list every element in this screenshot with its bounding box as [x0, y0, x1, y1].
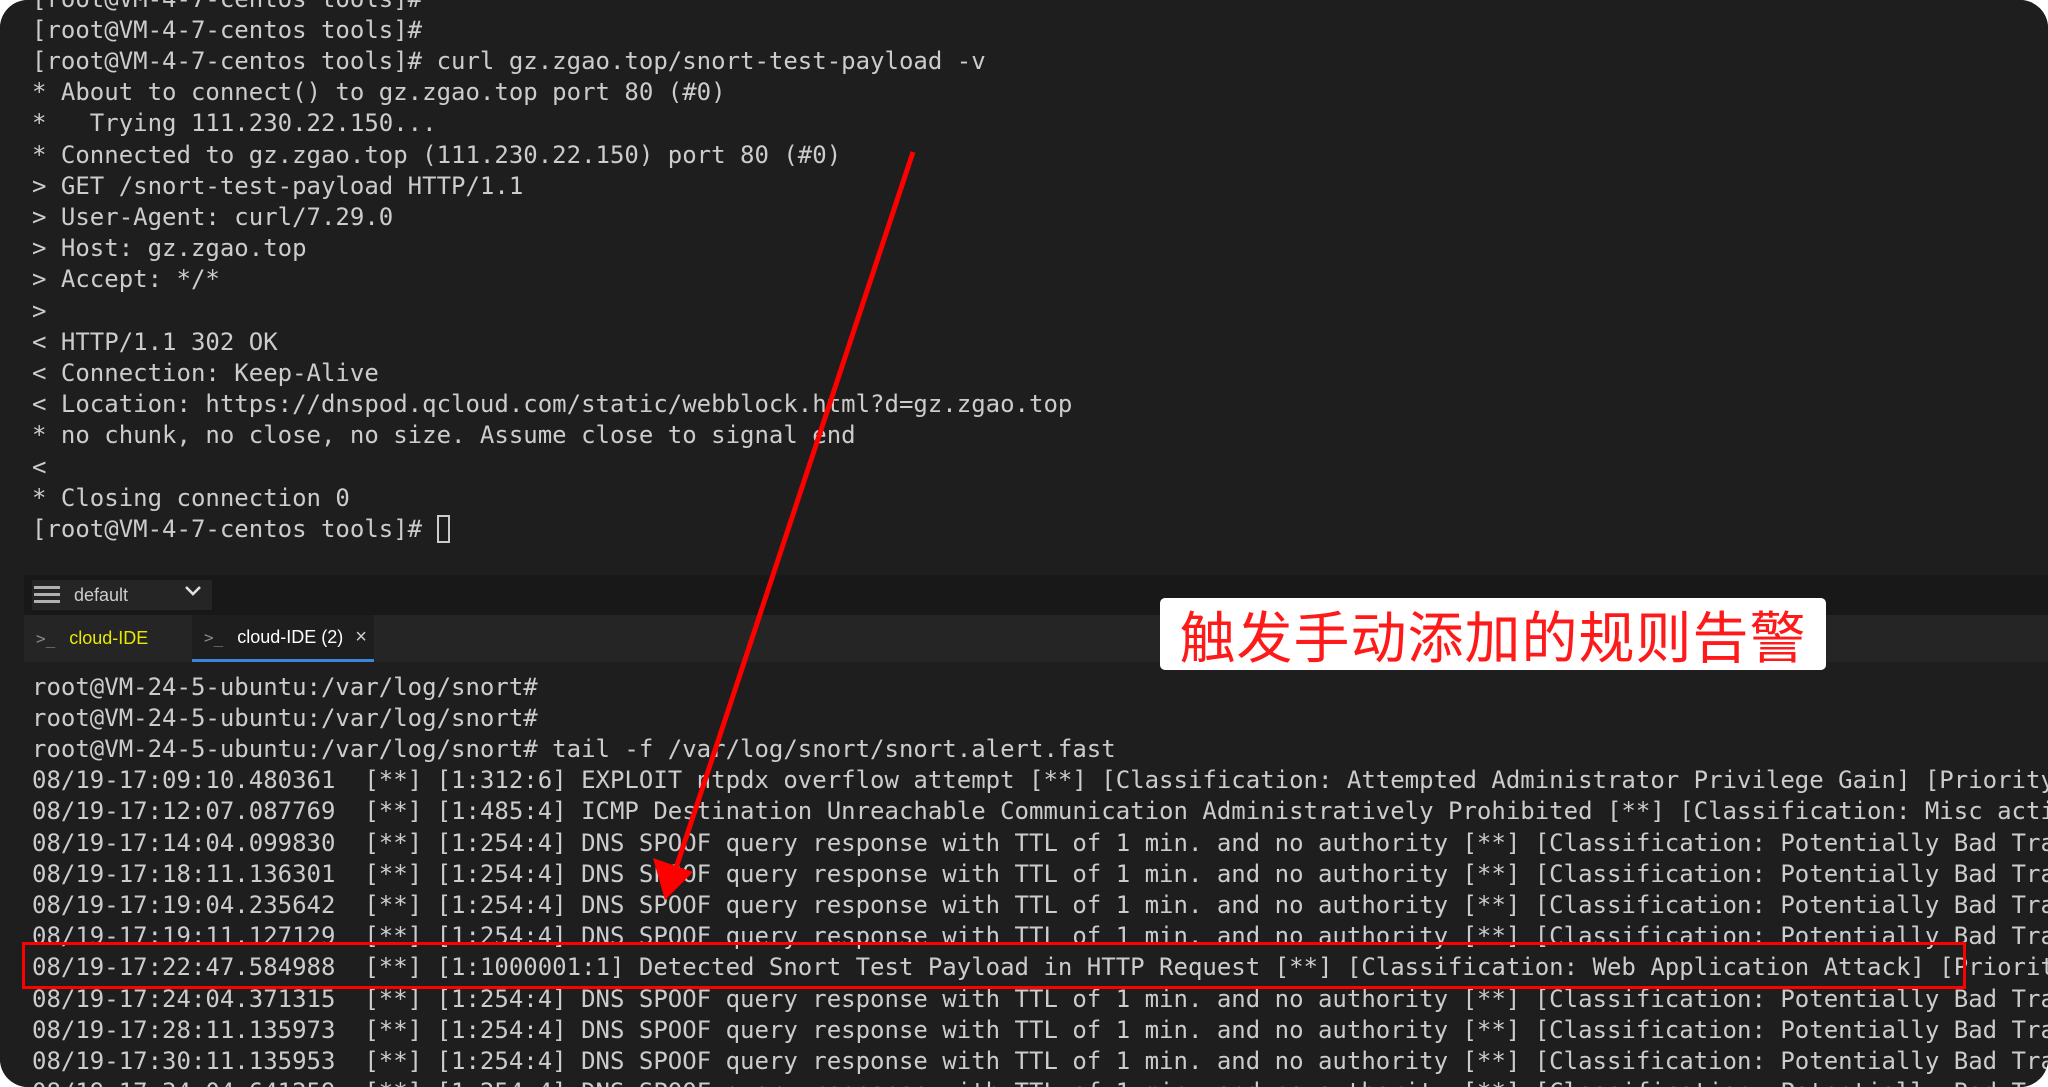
alert-line: 08/19-17:18:11.136301 [**] [1:254:4] DNS…	[32, 860, 2048, 888]
terminal-line: [root@VM-4-7-centos tools]#	[32, 16, 423, 44]
chevron-down-icon	[185, 586, 201, 596]
terminal-line: * no chunk, no close, no size. Assume cl…	[32, 421, 856, 449]
profile-select-value: default	[74, 584, 129, 605]
terminal-line: < Connection: Keep-Alive	[32, 359, 379, 387]
alert-line: 08/19-17:28:11.135973 [**] [1:254:4] DNS…	[32, 1016, 2048, 1044]
tab-label: cloud-IDE (2)	[237, 626, 344, 647]
tab-cloud-ide-2[interactable]: >_ cloud-IDE (2) ×	[192, 615, 374, 662]
terminal-line: * Connected to gz.zgao.top (111.230.22.1…	[32, 141, 842, 169]
bottom-terminal-pane[interactable]: root@VM-24-5-ubuntu:/var/log/snort# root…	[0, 662, 2048, 1087]
alert-line: 08/19-17:14:04.099830 [**] [1:254:4] DNS…	[32, 829, 2048, 857]
terminal-window: [root@VM-4-7-centos tools]# [root@VM-4-7…	[0, 0, 2048, 1087]
terminal-line: * Trying 111.230.22.150...	[32, 109, 437, 137]
prompt-text: [root@VM-4-7-centos tools]#	[32, 515, 437, 543]
top-terminal-pane[interactable]: [root@VM-4-7-centos tools]# [root@VM-4-7…	[0, 0, 2048, 575]
terminal-line: > GET /snort-test-payload HTTP/1.1	[32, 172, 524, 200]
highlight-box	[22, 942, 1966, 989]
tab-cloud-ide[interactable]: >_ cloud-IDE	[36, 615, 196, 662]
terminal-line: [root@VM-4-7-centos tools]# curl gz.zgao…	[32, 47, 986, 75]
terminal-line: root@VM-24-5-ubuntu:/var/log/snort#	[32, 673, 538, 701]
terminal-line: root@VM-24-5-ubuntu:/var/log/snort#	[32, 704, 538, 732]
terminal-icon: >_	[36, 629, 56, 648]
terminal-line: > User-Agent: curl/7.29.0	[32, 203, 394, 231]
menu-icon	[34, 585, 60, 605]
alert-line: 08/19-17:30:11.135953 [**] [1:254:4] DNS…	[32, 1047, 2048, 1075]
terminal-line: * About to connect() to gz.zgao.top port…	[32, 78, 726, 106]
alert-line: 08/19-17:09:10.480361 [**] [1:312:6] EXP…	[32, 766, 2048, 794]
terminal-line: [root@VM-4-7-centos tools]#	[32, 0, 422, 15]
terminal-line: >	[32, 297, 47, 325]
tab-label: cloud-IDE	[69, 628, 149, 648]
alert-line: 08/19-17:12:07.087769 [**] [1:485:4] ICM…	[32, 797, 2048, 825]
terminal-line: <	[32, 453, 47, 481]
terminal-line: > Host: gz.zgao.top	[32, 234, 307, 262]
terminal-line: < HTTP/1.1 302 OK	[32, 328, 278, 356]
terminal-line: < Location: https://dnspod.qcloud.com/st…	[32, 390, 1073, 418]
alert-line: 08/19-17:19:04.235642 [**] [1:254:4] DNS…	[32, 891, 2048, 919]
terminal-icon: >_	[204, 627, 224, 647]
terminal-line: root@VM-24-5-ubuntu:/var/log/snort# tail…	[32, 735, 1116, 763]
close-icon[interactable]: ×	[355, 626, 367, 649]
terminal-line: * Closing connection 0	[32, 484, 350, 512]
alert-line: 08/19-17:34:04.641259 [**] [1:254:4] DNS…	[32, 1077, 2048, 1087]
terminal-prompt-line: [root@VM-4-7-centos tools]#	[32, 514, 450, 545]
terminal-line: > Accept: */*	[32, 265, 220, 293]
terminal-profile-select[interactable]: default	[32, 580, 212, 610]
annotation-label: 触发手动添加的规则告警	[1160, 598, 1826, 672]
text-cursor	[436, 515, 450, 543]
